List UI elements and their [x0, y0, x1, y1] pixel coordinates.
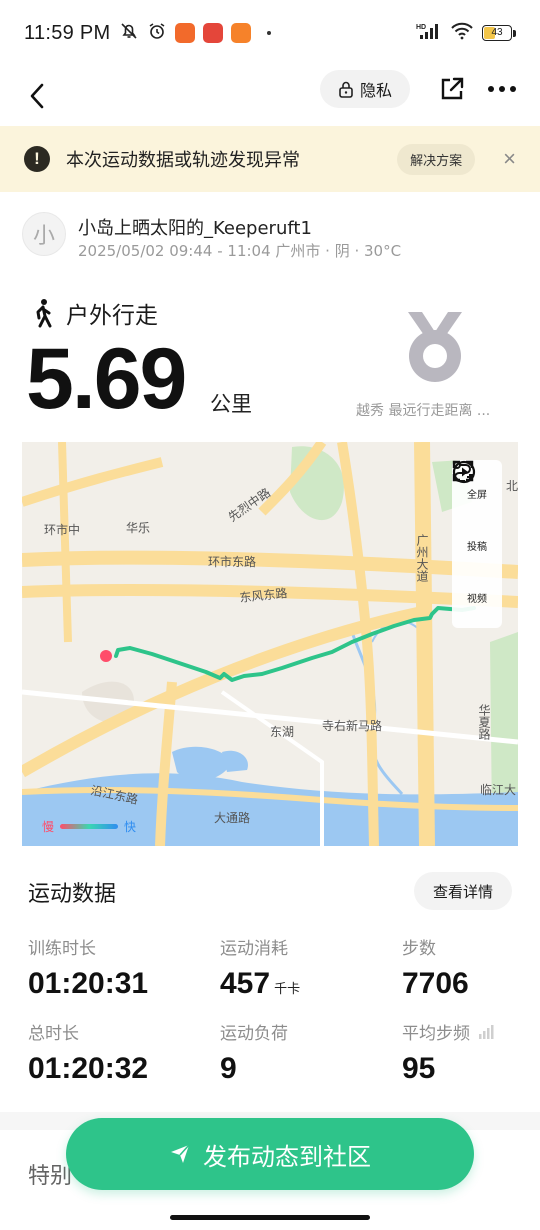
map-label: 大通路	[214, 810, 250, 825]
distance-value: 5.69	[26, 331, 187, 427]
anomaly-warning-banner: ! 本次运动数据或轨迹发现异常 解决方案 ×	[0, 126, 540, 192]
stat-value-number: 457	[220, 967, 271, 1000]
stat-cadence: 平均步频 95	[402, 1019, 494, 1086]
map-label: 环市中	[44, 522, 80, 537]
signal-icon: HD	[416, 22, 442, 45]
map-label: 寺右新马路	[322, 718, 382, 733]
map-label: 环市东路	[208, 554, 256, 569]
solution-button[interactable]: 解决方案	[397, 143, 476, 175]
app-badge-icon	[230, 23, 251, 43]
stat-label: 训练时长	[28, 939, 96, 959]
special-section-title: 特别	[28, 1164, 73, 1189]
stat-label-text: 平均步频	[402, 1024, 470, 1044]
privacy-label: 隐私	[359, 81, 392, 100]
more-button[interactable]	[484, 72, 520, 106]
warning-text: 本次运动数据或轨迹发现异常	[66, 150, 300, 171]
view-details-button[interactable]: 查看详情	[414, 872, 512, 910]
privacy-button[interactable]: 隐私	[320, 70, 410, 108]
distance-unit: 公里	[210, 392, 252, 416]
stat-value: 9	[220, 1052, 237, 1085]
stat-label: 总时长	[28, 1024, 79, 1044]
stat-label: 平均步频	[402, 1019, 494, 1044]
avatar[interactable]: 小	[22, 212, 66, 256]
status-icons-right: HD 43	[416, 22, 516, 45]
play-icon	[452, 460, 476, 484]
mute-bell-icon	[119, 21, 139, 46]
stat-training-load: 运动负荷 9	[220, 1019, 288, 1086]
map-label: 东湖	[270, 724, 294, 739]
map-canvas: 环市中 华乐 先烈中路 环市东路 东风东路 东湖 寺右新马路 沿江东路 大通路 …	[22, 442, 518, 846]
road	[58, 442, 72, 643]
nav-bar: 隐私	[0, 66, 540, 124]
stat-value: 457 千卡	[220, 967, 300, 1001]
speed-fast-label: 快	[124, 820, 137, 834]
lock-icon	[339, 81, 353, 98]
publish-to-community-button[interactable]: 发布动态到社区	[66, 1118, 474, 1190]
map-label: 北	[506, 479, 518, 493]
status-bar: 11:59 PM HD 43	[0, 0, 540, 66]
submit-route-button[interactable]: 投稿	[452, 461, 502, 570]
video-label: 视频	[467, 594, 487, 605]
alarm-icon	[147, 21, 167, 46]
stat-label: 步数	[402, 939, 436, 959]
user-name[interactable]: 小岛上晒太阳的_Keeperuft1	[78, 214, 312, 240]
fullscreen-label: 全屏	[467, 490, 487, 501]
stat-value: 95	[402, 1052, 436, 1085]
activity-type-label: 户外行走	[66, 303, 158, 329]
stat-value: 01:20:31	[28, 967, 149, 1000]
bar-chart-icon[interactable]	[478, 1024, 494, 1039]
status-time: 11:59 PM	[24, 21, 111, 44]
medal-label[interactable]: 越秀 最远行走距离 ...	[356, 400, 490, 420]
stat-training-duration: 训练时长 01:20:31	[28, 934, 148, 1001]
map-label: 华乐	[126, 521, 150, 535]
sports-data-title: 运动数据	[28, 882, 117, 907]
stat-steps: 步数 7706	[402, 934, 469, 1001]
speed-legend: 慢 快	[42, 818, 136, 835]
stat-value: 7706	[402, 967, 469, 1000]
app-badge-icon	[174, 23, 195, 43]
user-info: 小 小岛上晒太阳的_Keeperuft1 2025/05/02 09:44 - …	[22, 208, 522, 268]
svg-text:HD: HD	[416, 24, 426, 31]
walking-icon	[36, 299, 52, 328]
video-button[interactable]: 视频	[452, 460, 502, 622]
stat-value: 01:20:32	[28, 1052, 149, 1085]
route-start-marker	[100, 650, 112, 662]
workout-detail-page: 11:59 PM HD 43 隐私 ! 本次运动数据或轨迹发现异常 解决方案 ×…	[0, 0, 540, 1230]
map-label: 广州大道	[415, 534, 429, 582]
route-map[interactable]: 环市中 华乐 先烈中路 环市东路 东风东路 东湖 寺右新马路 沿江东路 大通路 …	[22, 442, 518, 846]
map-label: 临江大	[480, 783, 516, 797]
workout-meta: 2025/05/02 09:44 - 11:04 广州市 · 阴 · 30°C	[78, 242, 402, 260]
share-icon	[441, 77, 464, 100]
stat-calories: 运动消耗 457 千卡	[220, 934, 300, 1001]
share-button[interactable]	[436, 72, 468, 106]
status-icons-left	[119, 21, 271, 46]
battery-icon: 43	[482, 25, 516, 41]
warning-icon: !	[24, 146, 50, 172]
home-indicator[interactable]	[170, 1215, 370, 1220]
publish-label: 发布动态到社区	[203, 1142, 371, 1171]
app-badge-icon	[202, 23, 223, 43]
battery-level-text: 43	[491, 27, 503, 38]
road-huanshi-east	[22, 550, 518, 579]
stat-label: 运动负荷	[220, 1024, 288, 1044]
speed-gradient-bar	[60, 824, 119, 829]
road-guangzhou-avenue	[414, 442, 435, 846]
stat-unit: 千卡	[274, 982, 301, 997]
stat-total-duration: 总时长 01:20:32	[28, 1019, 148, 1086]
close-icon[interactable]: ×	[503, 146, 516, 172]
activity-type: 户外行走	[30, 296, 158, 330]
wifi-icon	[450, 22, 474, 45]
submit-route-label: 投稿	[467, 542, 487, 553]
road	[22, 457, 164, 507]
map-toolbar: 全屏 投稿 视频	[452, 460, 502, 628]
chevron-left-icon	[30, 83, 44, 109]
speed-slow-label: 慢	[42, 820, 55, 834]
back-button[interactable]	[18, 74, 58, 118]
send-icon	[171, 1144, 190, 1163]
medal-icon[interactable]	[404, 308, 466, 386]
notification-dot	[266, 31, 271, 35]
more-icon	[488, 86, 516, 92]
stat-label: 运动消耗	[220, 939, 288, 959]
map-label: 华夏路	[477, 704, 491, 741]
